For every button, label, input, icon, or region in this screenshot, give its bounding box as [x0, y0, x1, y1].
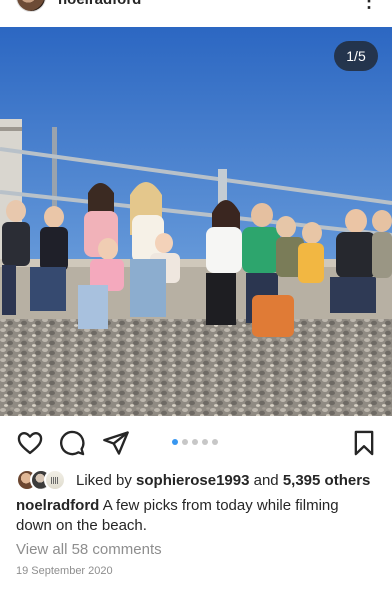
- likes-others-link[interactable]: 5,395 others: [283, 472, 371, 489]
- post-photo[interactable]: 1/5: [0, 27, 392, 416]
- comment-icon[interactable]: [58, 429, 86, 457]
- caption: noelradford A few picks from today while…: [16, 496, 376, 536]
- likes-text: Liked by sophierose1993 and 5,395 others: [76, 472, 370, 489]
- carousel-dot[interactable]: [212, 439, 218, 445]
- liker-avatars[interactable]: [16, 469, 70, 491]
- avatar: [44, 469, 66, 491]
- bookmark-icon[interactable]: [350, 429, 378, 457]
- likes-prefix: Liked by: [76, 471, 132, 489]
- post-username[interactable]: noelradford: [58, 0, 141, 8]
- post-date: 19 September 2020: [16, 565, 113, 577]
- action-bar: [0, 425, 392, 459]
- image-counter: 1/5: [334, 41, 378, 71]
- carousel-dot[interactable]: [182, 439, 188, 445]
- liker-username[interactable]: sophierose1993: [136, 472, 249, 489]
- more-vertical-icon[interactable]: ⋮: [360, 0, 378, 10]
- caption-username[interactable]: noelradford: [16, 497, 99, 514]
- view-comments-link[interactable]: View all 58 comments: [16, 541, 162, 558]
- beach-group-photo: [0, 27, 392, 416]
- carousel-dots: [172, 439, 218, 445]
- likes-row: Liked by sophierose1993 and 5,395 others: [16, 469, 370, 491]
- avatar[interactable]: [16, 0, 46, 12]
- carousel-dot[interactable]: [172, 439, 178, 445]
- post-header: noelradford ⋮: [0, 0, 392, 26]
- send-icon[interactable]: [102, 429, 130, 457]
- carousel-dot[interactable]: [202, 439, 208, 445]
- carousel-dot[interactable]: [192, 439, 198, 445]
- heart-icon[interactable]: [16, 429, 44, 457]
- likes-and: and: [253, 471, 279, 489]
